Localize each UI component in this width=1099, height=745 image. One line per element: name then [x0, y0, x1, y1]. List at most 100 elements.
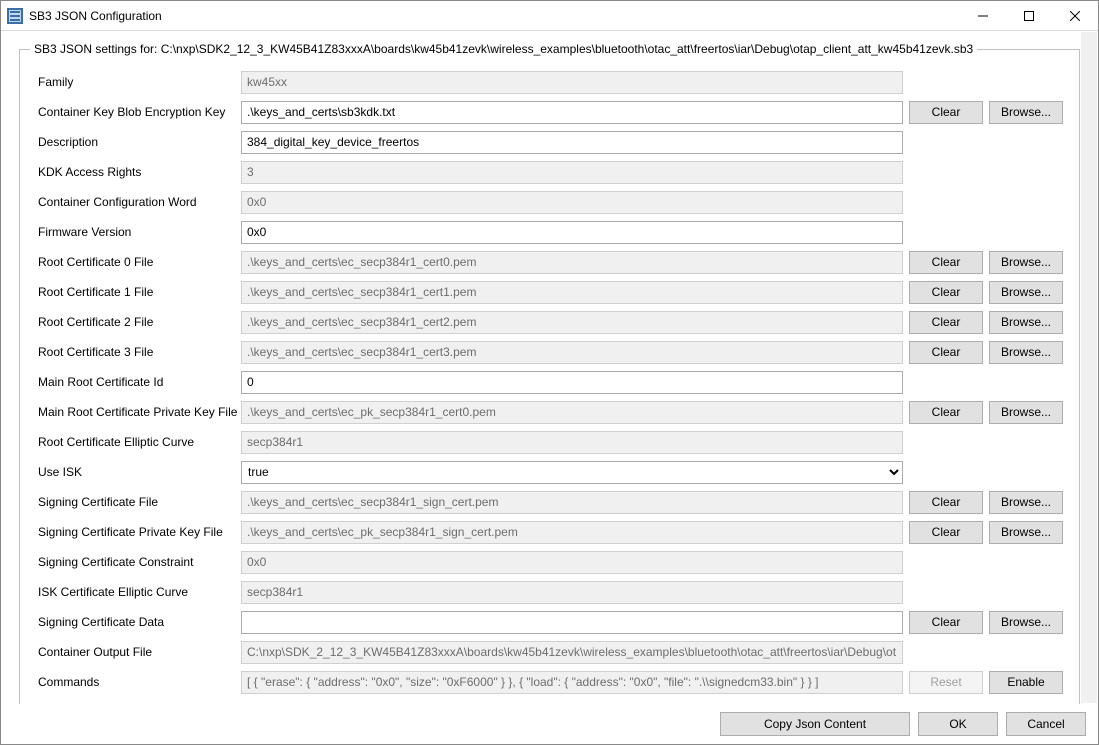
label-root-cert-3: Root Certificate 3 File: [36, 345, 241, 359]
row-container-output: Container Output File: [36, 640, 1063, 664]
input-root-cert-0: [241, 251, 903, 274]
row-root-cert-1: Root Certificate 1 File Clear Browse...: [36, 280, 1063, 304]
input-root-cert-1: [241, 281, 903, 304]
row-root-cert-curve: Root Certificate Elliptic Curve: [36, 430, 1063, 454]
groupbox-title-path: C:\nxp\SDK2_12_3_KW45B41Z83xxxA\boards\k…: [161, 42, 973, 56]
label-signing-data: Signing Certificate Data: [36, 615, 241, 629]
window-title: SB3 JSON Configuration: [29, 9, 162, 23]
input-root-cert-curve: [241, 431, 903, 454]
input-main-root-cert-id[interactable]: [241, 371, 903, 394]
label-isk-curve: ISK Certificate Elliptic Curve: [36, 585, 241, 599]
label-root-cert-curve: Root Certificate Elliptic Curve: [36, 435, 241, 449]
cancel-button[interactable]: Cancel: [1006, 712, 1086, 736]
groupbox-title: SB3 JSON settings for: C:\nxp\SDK2_12_3_…: [30, 42, 977, 56]
row-root-cert-3: Root Certificate 3 File Clear Browse...: [36, 340, 1063, 364]
label-signing-cert: Signing Certificate File: [36, 495, 241, 509]
row-signing-constraint: Signing Certificate Constraint: [36, 550, 1063, 574]
clear-button-root-cert-1[interactable]: Clear: [909, 281, 983, 304]
clear-button-signing-data[interactable]: Clear: [909, 611, 983, 634]
browse-button-root-cert-1[interactable]: Browse...: [989, 281, 1063, 304]
bottom-bar: Copy Json Content OK Cancel: [1, 704, 1098, 744]
title-left: SB3 JSON Configuration: [7, 8, 162, 24]
window-controls: [960, 1, 1098, 31]
row-kdk-access-rights: KDK Access Rights: [36, 160, 1063, 184]
input-description[interactable]: [241, 131, 903, 154]
select-use-isk[interactable]: true: [241, 461, 903, 484]
clear-button-container-key-blob[interactable]: Clear: [909, 101, 983, 124]
row-description: Description: [36, 130, 1063, 154]
label-family: Family: [36, 75, 241, 89]
input-firmware-version[interactable]: [241, 221, 903, 244]
browse-button-root-cert-3[interactable]: Browse...: [989, 341, 1063, 364]
row-use-isk: Use ISK true: [36, 460, 1063, 484]
row-family: Family: [36, 70, 1063, 94]
label-root-cert-0: Root Certificate 0 File: [36, 255, 241, 269]
clear-button-signing-cert-pk[interactable]: Clear: [909, 521, 983, 544]
input-root-cert-2: [241, 311, 903, 334]
row-container-key-blob: Container Key Blob Encryption Key Clear …: [36, 100, 1063, 124]
label-signing-constraint: Signing Certificate Constraint: [36, 555, 241, 569]
copy-json-button[interactable]: Copy Json Content: [720, 712, 910, 736]
enable-button-commands[interactable]: Enable: [989, 671, 1063, 694]
label-commands: Commands: [36, 675, 241, 689]
input-root-cert-3: [241, 341, 903, 364]
ok-button[interactable]: OK: [918, 712, 998, 736]
reset-button-commands: Reset: [909, 671, 983, 694]
input-container-config-word: [241, 191, 903, 214]
clear-button-root-cert-0[interactable]: Clear: [909, 251, 983, 274]
row-signing-data: Signing Certificate Data Clear Browse...: [36, 610, 1063, 634]
browse-button-root-cert-0[interactable]: Browse...: [989, 251, 1063, 274]
row-signing-cert: Signing Certificate File Clear Browse...: [36, 490, 1063, 514]
close-button[interactable]: [1052, 1, 1098, 31]
row-root-cert-0: Root Certificate 0 File Clear Browse...: [36, 250, 1063, 274]
row-root-cert-2: Root Certificate 2 File Clear Browse...: [36, 310, 1063, 334]
label-main-root-cert-id: Main Root Certificate Id: [36, 375, 241, 389]
row-commands: Commands Reset Enable: [36, 670, 1063, 694]
label-root-cert-2: Root Certificate 2 File: [36, 315, 241, 329]
minimize-button[interactable]: [960, 1, 1006, 31]
settings-groupbox: SB3 JSON settings for: C:\nxp\SDK2_12_3_…: [19, 49, 1080, 704]
input-family: [241, 71, 903, 94]
input-isk-curve: [241, 581, 903, 604]
app-icon: [7, 8, 23, 24]
label-description: Description: [36, 135, 241, 149]
clear-button-root-cert-3[interactable]: Clear: [909, 341, 983, 364]
row-signing-cert-pk: Signing Certificate Private Key File Cle…: [36, 520, 1063, 544]
content-area: SB3 JSON settings for: C:\nxp\SDK2_12_3_…: [1, 31, 1098, 704]
maximize-button[interactable]: [1006, 1, 1052, 31]
input-container-output: [241, 641, 903, 664]
input-signing-constraint: [241, 551, 903, 574]
input-main-root-cert-pk: [241, 401, 903, 424]
browse-button-root-cert-2[interactable]: Browse...: [989, 311, 1063, 334]
browse-button-container-key-blob[interactable]: Browse...: [989, 101, 1063, 124]
label-main-root-cert-pk: Main Root Certificate Private Key File: [36, 405, 241, 419]
browse-button-signing-cert-pk[interactable]: Browse...: [989, 521, 1063, 544]
label-kdk-access-rights: KDK Access Rights: [36, 165, 241, 179]
groupbox-title-prefix: SB3 JSON settings for:: [34, 42, 161, 56]
input-commands: [241, 671, 903, 694]
clear-button-main-root-cert-pk[interactable]: Clear: [909, 401, 983, 424]
input-signing-data[interactable]: [241, 611, 903, 634]
row-main-root-cert-pk: Main Root Certificate Private Key File C…: [36, 400, 1063, 424]
clear-button-signing-cert[interactable]: Clear: [909, 491, 983, 514]
label-root-cert-1: Root Certificate 1 File: [36, 285, 241, 299]
input-signing-cert-pk: [241, 521, 903, 544]
titlebar: SB3 JSON Configuration: [1, 1, 1098, 31]
browse-button-main-root-cert-pk[interactable]: Browse...: [989, 401, 1063, 424]
browse-button-signing-data[interactable]: Browse...: [989, 611, 1063, 634]
input-kdk-access-rights: [241, 161, 903, 184]
label-container-output: Container Output File: [36, 645, 241, 659]
clear-button-root-cert-2[interactable]: Clear: [909, 311, 983, 334]
row-isk-curve: ISK Certificate Elliptic Curve: [36, 580, 1063, 604]
browse-button-signing-cert[interactable]: Browse...: [989, 491, 1063, 514]
scrollbar-track[interactable]: [1081, 32, 1097, 703]
label-container-key-blob: Container Key Blob Encryption Key: [36, 105, 241, 119]
row-firmware-version: Firmware Version: [36, 220, 1063, 244]
input-signing-cert: [241, 491, 903, 514]
row-main-root-cert-id: Main Root Certificate Id: [36, 370, 1063, 394]
label-use-isk: Use ISK: [36, 465, 241, 479]
label-firmware-version: Firmware Version: [36, 225, 241, 239]
label-signing-cert-pk: Signing Certificate Private Key File: [36, 525, 241, 539]
row-container-config-word: Container Configuration Word: [36, 190, 1063, 214]
input-container-key-blob[interactable]: [241, 101, 903, 124]
